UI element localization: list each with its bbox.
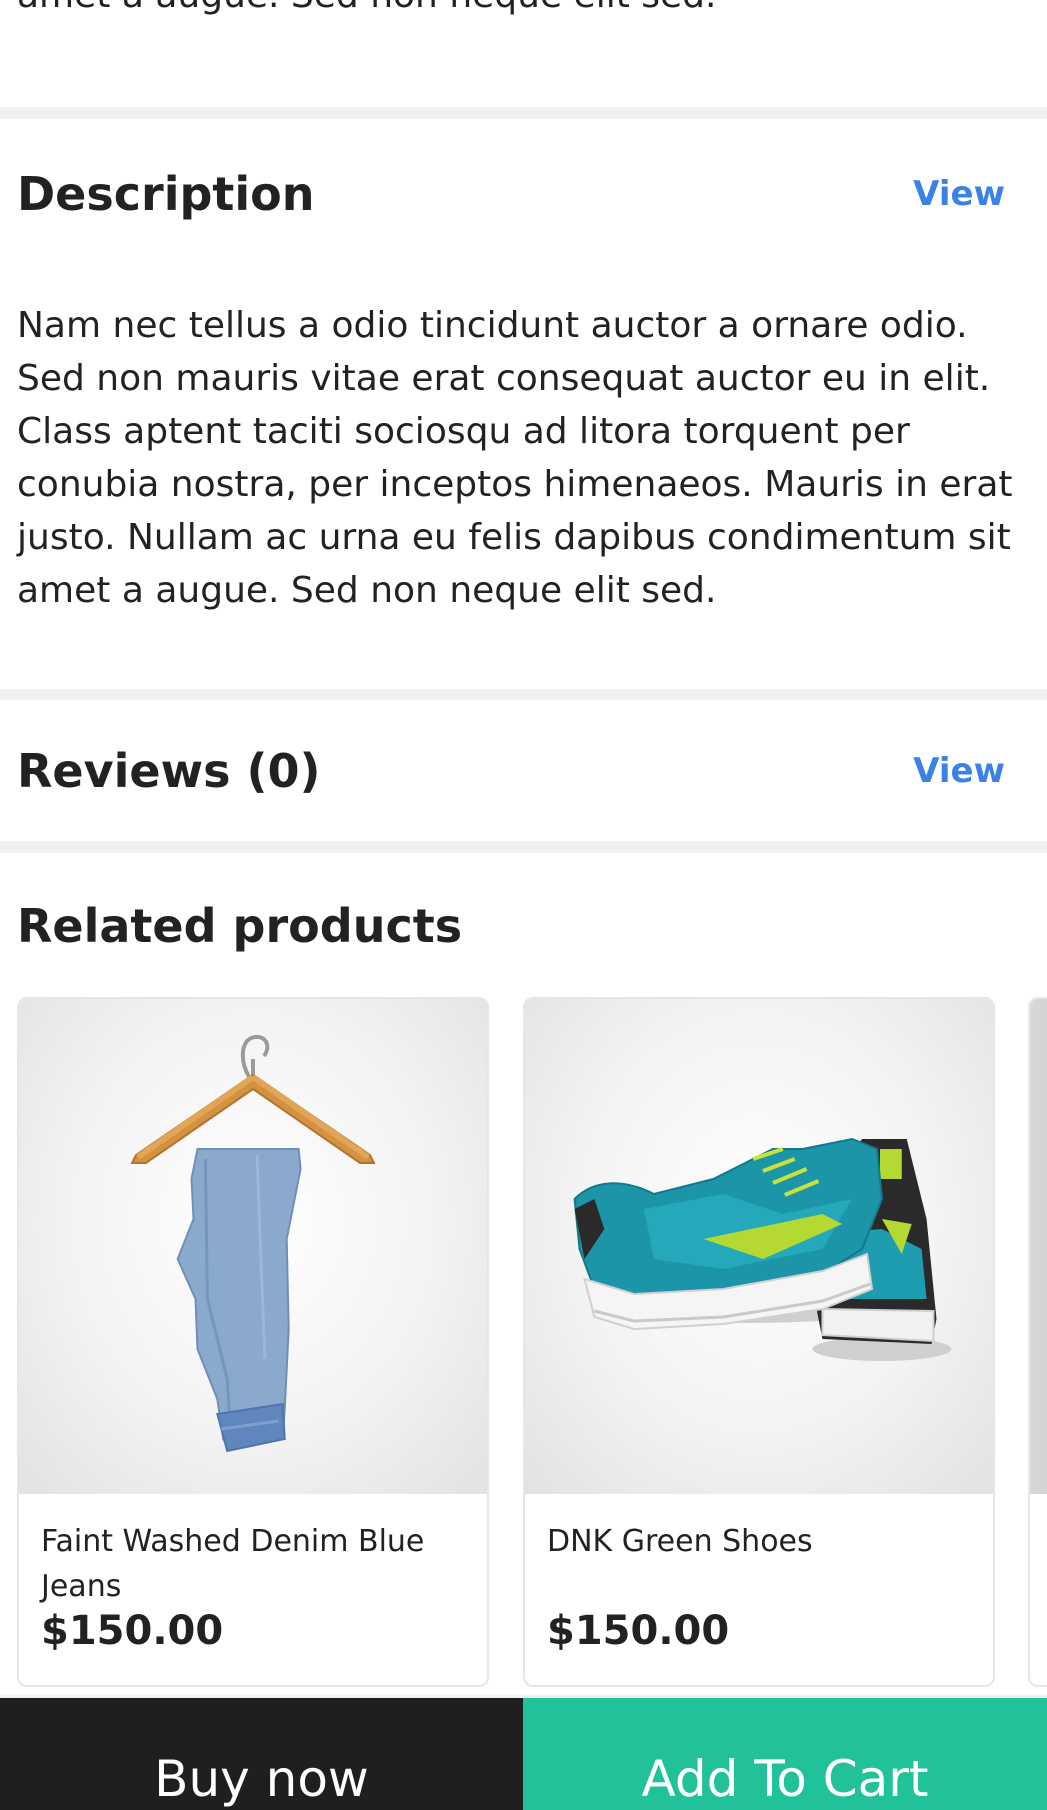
- add-to-cart-button[interactable]: Add To Cart: [523, 1698, 1047, 1810]
- buy-now-button[interactable]: Buy now: [0, 1698, 523, 1810]
- description-title: Description: [17, 167, 315, 221]
- description-section: Description View Nam nec tellus a odio t…: [0, 119, 1047, 689]
- product-price: $150.00: [41, 1608, 224, 1654]
- product-price: $150.00: [547, 1608, 730, 1654]
- green-shoes-icon: [573, 1137, 952, 1361]
- reviews-section: Reviews (0) View: [0, 700, 1047, 841]
- product-card-jeans[interactable]: Faint Washed Denim Blue Jeans $150.00: [17, 997, 489, 1687]
- related-products-section: Related products Faint Washed Denim Blue…: [0, 853, 1047, 1695]
- product-name[interactable]: DNK Green Shoes: [547, 1519, 967, 1564]
- product-card-shoes[interactable]: DNK Green Shoes $150.00: [523, 997, 995, 1687]
- partial-product-image[interactable]: [1030, 999, 1047, 1494]
- product-card-partial[interactable]: [1028, 997, 1047, 1687]
- related-products-title: Related products: [17, 899, 463, 953]
- reviews-view-link[interactable]: View: [913, 754, 1005, 788]
- reviews-title: Reviews (0): [17, 744, 321, 798]
- description-body: Nam nec tellus a odio tincidunt auctor a…: [17, 305, 1013, 611]
- green-shoes-image[interactable]: [525, 999, 993, 1494]
- previous-section: amet a augue. Sed non neque elit sed.: [0, 0, 1047, 107]
- product-name[interactable]: Faint Washed Denim Blue Jeans: [41, 1519, 461, 1609]
- description-view-link[interactable]: View: [913, 177, 1005, 211]
- jeans-on-hanger-image[interactable]: [19, 999, 487, 1494]
- previous-section-text: amet a augue. Sed non neque elit sed.: [17, 0, 716, 22]
- bottom-action-bar: Buy now Add To Cart: [0, 1698, 1047, 1810]
- product-detail-page: amet a augue. Sed non neque elit sed. De…: [0, 0, 1047, 1810]
- jeans-on-hanger-icon: [130, 1034, 376, 1453]
